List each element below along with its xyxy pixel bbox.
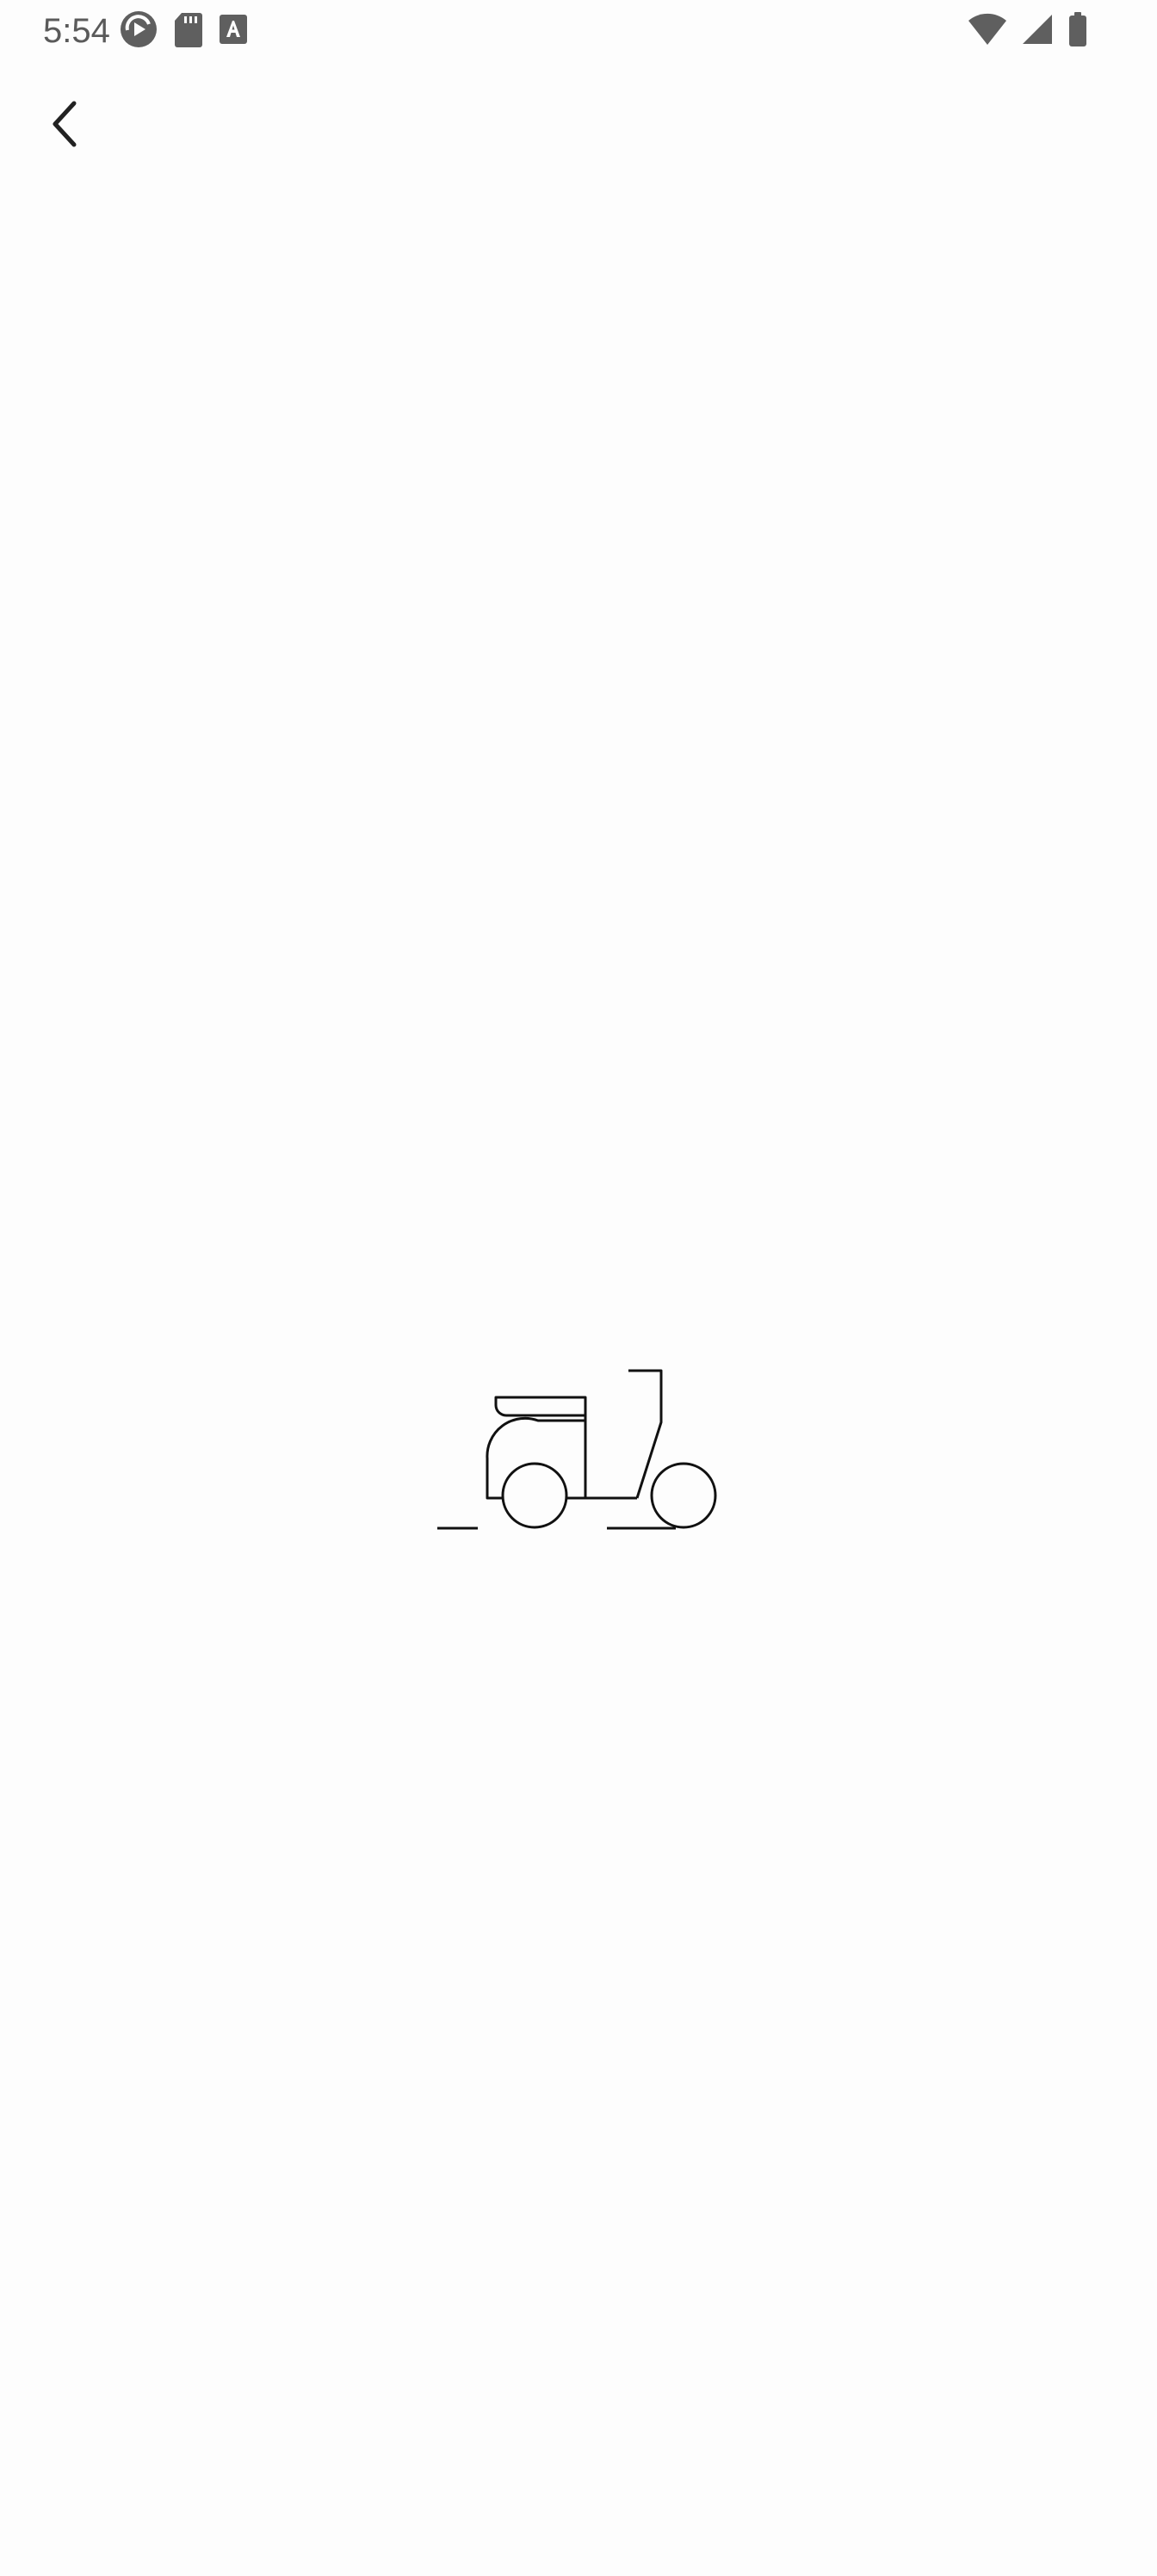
status-system-icons (968, 11, 1088, 52)
status-notification-icons (119, 9, 248, 53)
app-bar (0, 77, 1157, 172)
sync-play-icon (119, 9, 158, 53)
chevron-left-icon (48, 100, 83, 152)
status-time: 5:54 (43, 12, 110, 50)
sd-card-icon (174, 11, 203, 52)
wifi-icon (968, 12, 1007, 51)
text-a-icon (219, 14, 248, 49)
scooter-icon (430, 1355, 723, 1540)
cell-signal-icon (1021, 13, 1054, 50)
back-button[interactable] (33, 93, 98, 158)
loading-illustration (430, 1355, 723, 1536)
status-bar: 5:54 (0, 0, 1157, 62)
battery-icon (1067, 11, 1088, 52)
